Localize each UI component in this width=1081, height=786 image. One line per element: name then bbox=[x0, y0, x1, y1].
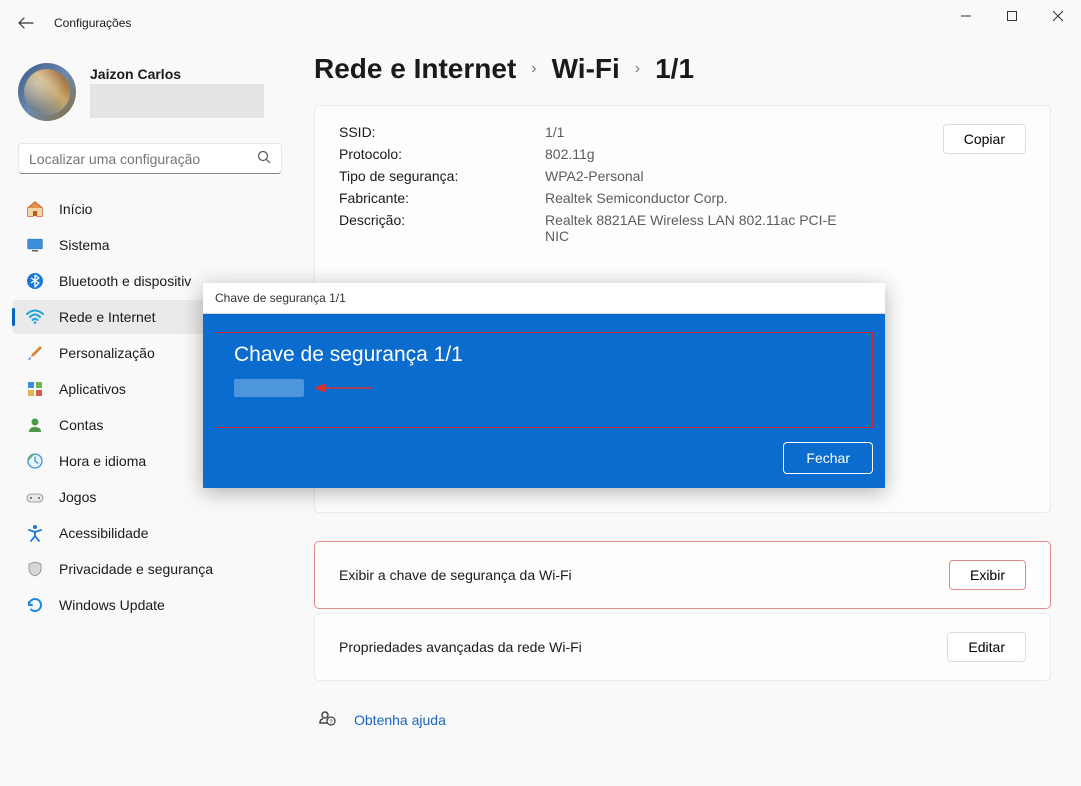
sidebar-item-home[interactable]: Início bbox=[12, 192, 288, 226]
prop-label-security: Tipo de segurança: bbox=[339, 168, 545, 184]
sidebar-item-label: Acessibilidade bbox=[59, 525, 149, 541]
games-icon bbox=[26, 488, 44, 506]
key-value-redacted bbox=[234, 379, 304, 397]
chevron-right-icon: › bbox=[635, 60, 640, 78]
close-button[interactable] bbox=[1035, 0, 1081, 32]
breadcrumb-network[interactable]: Rede e Internet bbox=[314, 53, 516, 85]
sidebar-item-label: Jogos bbox=[59, 489, 96, 505]
shield-icon bbox=[26, 560, 44, 578]
search-box[interactable] bbox=[18, 143, 282, 174]
prop-value-protocol: 802.11g bbox=[545, 146, 845, 162]
prop-value-ssid: 1/1 bbox=[545, 124, 845, 140]
show-button[interactable]: Exibir bbox=[949, 560, 1026, 590]
help-link-row: ? Obtenha ajuda bbox=[314, 705, 1051, 734]
show-key-label: Exibir a chave de segurança da Wi-Fi bbox=[339, 567, 572, 583]
prop-value-desc: Realtek 8821AE Wireless LAN 802.11ac PCI… bbox=[545, 212, 845, 244]
sidebar-item-label: Windows Update bbox=[59, 597, 165, 613]
sidebar-item-privacy[interactable]: Privacidade e segurança bbox=[12, 552, 288, 586]
time-icon bbox=[26, 452, 44, 470]
sidebar-item-label: Personalização bbox=[59, 345, 155, 361]
breadcrumb-wifi[interactable]: Wi-Fi bbox=[552, 53, 620, 85]
sidebar-item-system[interactable]: Sistema bbox=[12, 228, 288, 262]
breadcrumb-current: 1/1 bbox=[655, 53, 694, 85]
sidebar-item-label: Sistema bbox=[59, 237, 110, 253]
apps-icon bbox=[26, 380, 44, 398]
wifi-icon bbox=[26, 308, 44, 326]
update-icon bbox=[26, 596, 44, 614]
prop-label-vendor: Fabricante: bbox=[339, 190, 545, 206]
titlebar: Configurações bbox=[0, 0, 1081, 41]
sidebar-item-label: Bluetooth e dispositiv bbox=[59, 273, 191, 289]
brush-icon bbox=[26, 344, 44, 362]
advanced-props-card: Propriedades avançadas da rede Wi-Fi Edi… bbox=[314, 613, 1051, 681]
window-controls bbox=[943, 0, 1081, 32]
edit-button[interactable]: Editar bbox=[947, 632, 1026, 662]
dialog-heading: Chave de segurança 1/1 bbox=[234, 343, 854, 367]
search-icon bbox=[257, 150, 271, 167]
system-icon bbox=[26, 236, 44, 254]
prop-value-vendor: Realtek Semiconductor Corp. bbox=[545, 190, 845, 206]
dialog-title: Chave de segurança 1/1 bbox=[203, 283, 885, 314]
sidebar-item-label: Hora e idioma bbox=[59, 453, 146, 469]
minimize-button[interactable] bbox=[943, 0, 989, 32]
window-title: Configurações bbox=[54, 16, 131, 30]
maximize-button[interactable] bbox=[989, 0, 1035, 32]
prop-value-security: WPA2-Personal bbox=[545, 168, 845, 184]
prop-label-protocol: Protocolo: bbox=[339, 146, 545, 162]
arrow-annotation-icon bbox=[314, 381, 372, 395]
accessibility-icon bbox=[26, 524, 44, 542]
sidebar-item-label: Contas bbox=[59, 417, 103, 433]
back-button[interactable] bbox=[18, 15, 34, 31]
sidebar-item-label: Privacidade e segurança bbox=[59, 561, 213, 577]
copy-button[interactable]: Copiar bbox=[943, 124, 1026, 154]
chevron-right-icon: › bbox=[531, 60, 536, 78]
sidebar-item-label: Início bbox=[59, 201, 92, 217]
help-link[interactable]: Obtenha ajuda bbox=[354, 712, 446, 728]
sidebar-item-label: Rede e Internet bbox=[59, 309, 156, 325]
home-icon bbox=[26, 200, 44, 218]
user-email-redacted bbox=[90, 84, 264, 118]
bluetooth-icon bbox=[26, 272, 44, 290]
avatar[interactable] bbox=[18, 63, 76, 121]
sidebar-item-label: Aplicativos bbox=[59, 381, 126, 397]
prop-label-desc: Descrição: bbox=[339, 212, 545, 228]
sidebar-item-update[interactable]: Windows Update bbox=[12, 588, 288, 622]
user-name: Jaizon Carlos bbox=[90, 66, 264, 82]
dialog-close-button[interactable]: Fechar bbox=[783, 442, 873, 474]
advanced-props-label: Propriedades avançadas da rede Wi-Fi bbox=[339, 639, 582, 655]
prop-label-ssid: SSID: bbox=[339, 124, 545, 140]
user-section: Jaizon Carlos bbox=[12, 53, 288, 139]
breadcrumb: Rede e Internet › Wi-Fi › 1/1 bbox=[314, 53, 1051, 85]
help-icon: ? bbox=[318, 709, 336, 730]
show-key-card: Exibir a chave de segurança da Wi-Fi Exi… bbox=[314, 541, 1051, 609]
search-input[interactable] bbox=[29, 151, 257, 167]
security-key-dialog: Chave de segurança 1/1 Chave de seguranç… bbox=[203, 283, 885, 488]
account-icon bbox=[26, 416, 44, 434]
sidebar-item-accessibility[interactable]: Acessibilidade bbox=[12, 516, 288, 550]
key-highlight-box: Chave de segurança 1/1 bbox=[215, 332, 873, 428]
